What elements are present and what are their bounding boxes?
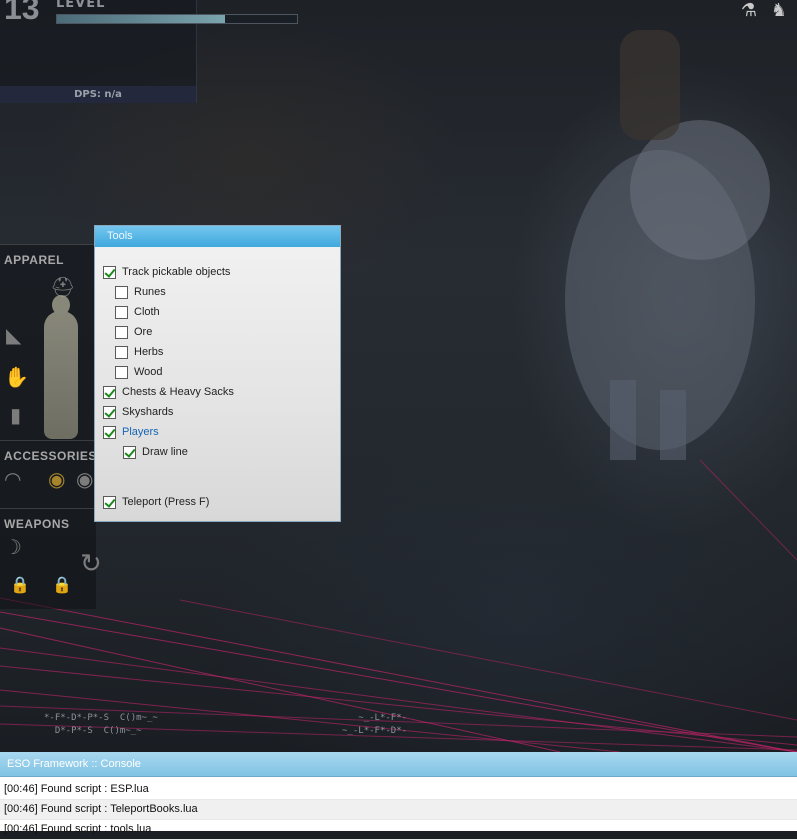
chests-heavy-sacks-checkbox[interactable] [103, 385, 116, 399]
console-line: [00:46] Found script : tools.lua [0, 820, 797, 840]
track-pickable-objects-option[interactable]: Track pickable objects [103, 264, 230, 280]
players-option[interactable]: Players [103, 424, 159, 440]
ring-slot-icon[interactable]: ◉ [76, 467, 93, 491]
necklace-icon[interactable]: ◠ [4, 467, 21, 491]
xp-bar [56, 14, 298, 24]
wood-option[interactable]: Wood [115, 364, 163, 380]
accessories-panel: ACCESSORIES ◠ ◉ ◉ [0, 440, 96, 509]
tools-window[interactable]: Tools Track pickable objects Runes Cloth Or… [94, 225, 341, 522]
console-output: [00:46] Found script : ESP.lua [00:46] Fo… [0, 780, 797, 840]
wood-checkbox[interactable] [115, 365, 128, 379]
players-label[interactable]: Players [122, 426, 159, 438]
herbs-label[interactable]: Herbs [134, 346, 163, 358]
ore-label[interactable]: Ore [134, 326, 152, 338]
console-window: ESO Framework :: Console [00:46] Found s… [0, 752, 797, 840]
level-label: LEVEL [56, 0, 106, 11]
runes-option[interactable]: Runes [115, 284, 166, 300]
gloves-icon[interactable]: ✋ [4, 365, 29, 389]
level-number: 13 [4, 0, 40, 26]
console-title[interactable]: ESO Framework :: Console [0, 752, 797, 777]
lock-icon: 🔒 [10, 575, 30, 594]
players-checkbox[interactable] [103, 425, 116, 439]
top-right-icons: ⚗ ♞ [737, 0, 791, 22]
apparel-panel: APPAREL ⛑ ◣ ✋ ▮ [0, 244, 96, 441]
potion-icon[interactable]: ⚗ [737, 0, 761, 22]
chests-heavy-sacks-label[interactable]: Chests & Heavy Sacks [122, 386, 234, 398]
ore-option[interactable]: Ore [115, 324, 152, 340]
draw-line-checkbox[interactable] [123, 445, 136, 459]
cloth-checkbox[interactable] [115, 305, 128, 319]
swap-weapons-icon[interactable]: ↻ [80, 549, 102, 579]
skyshards-label[interactable]: Skyshards [122, 406, 173, 418]
track-pickable-objects-label[interactable]: Track pickable objects [122, 266, 230, 278]
runes-checkbox[interactable] [115, 285, 128, 299]
ring-icon[interactable]: ◉ [48, 467, 65, 491]
weapons-panel: WEAPONS ☽ ↻ 🔒 🔒 [0, 508, 102, 609]
teleport-label[interactable]: Teleport (Press F) [122, 496, 209, 508]
cloth-label[interactable]: Cloth [134, 306, 160, 318]
tools-window-title[interactable]: Tools [95, 226, 340, 247]
character-figure [44, 295, 78, 439]
level-hud: 13 LEVEL DPS: n/a [0, 0, 298, 103]
chests-heavy-sacks-option[interactable]: Chests & Heavy Sacks [103, 384, 234, 400]
dps-readout: DPS: n/a [0, 86, 196, 103]
console-line: [00:46] Found script : ESP.lua [0, 780, 797, 800]
accessories-title: ACCESSORIES [4, 449, 97, 463]
bow-icon[interactable]: ☽ [4, 535, 22, 559]
cloth-option[interactable]: Cloth [115, 304, 160, 320]
console-line: [00:46] Found script : TeleportBooks.lua [0, 800, 797, 820]
shoulder-icon[interactable]: ◣ [6, 323, 21, 347]
wood-label[interactable]: Wood [134, 366, 163, 378]
herbs-checkbox[interactable] [115, 345, 128, 359]
runes-label[interactable]: Runes [134, 286, 166, 298]
xp-bar-fill [57, 15, 225, 23]
skyshards-option[interactable]: Skyshards [103, 404, 173, 420]
herbs-option[interactable]: Herbs [115, 344, 163, 360]
skyshards-checkbox[interactable] [103, 405, 116, 419]
boots-icon[interactable]: ▮ [10, 403, 21, 427]
draw-line-option[interactable]: Draw line [123, 444, 188, 460]
apparel-title: APPAREL [4, 253, 64, 267]
teleport-option[interactable]: Teleport (Press F) [103, 494, 209, 510]
teleport-checkbox[interactable] [103, 495, 116, 509]
draw-line-label[interactable]: Draw line [142, 446, 188, 458]
weapons-title: WEAPONS [4, 517, 70, 531]
garbled-chat-text: *-F*-D*-P*-S C()m~_~ ~_-L*-F*- D*-P*-S C… [44, 713, 408, 736]
ore-checkbox[interactable] [115, 325, 128, 339]
lock-icon: 🔒 [52, 575, 72, 594]
track-pickable-objects-checkbox[interactable] [103, 265, 116, 279]
character-icon[interactable]: ♞ [767, 0, 791, 22]
